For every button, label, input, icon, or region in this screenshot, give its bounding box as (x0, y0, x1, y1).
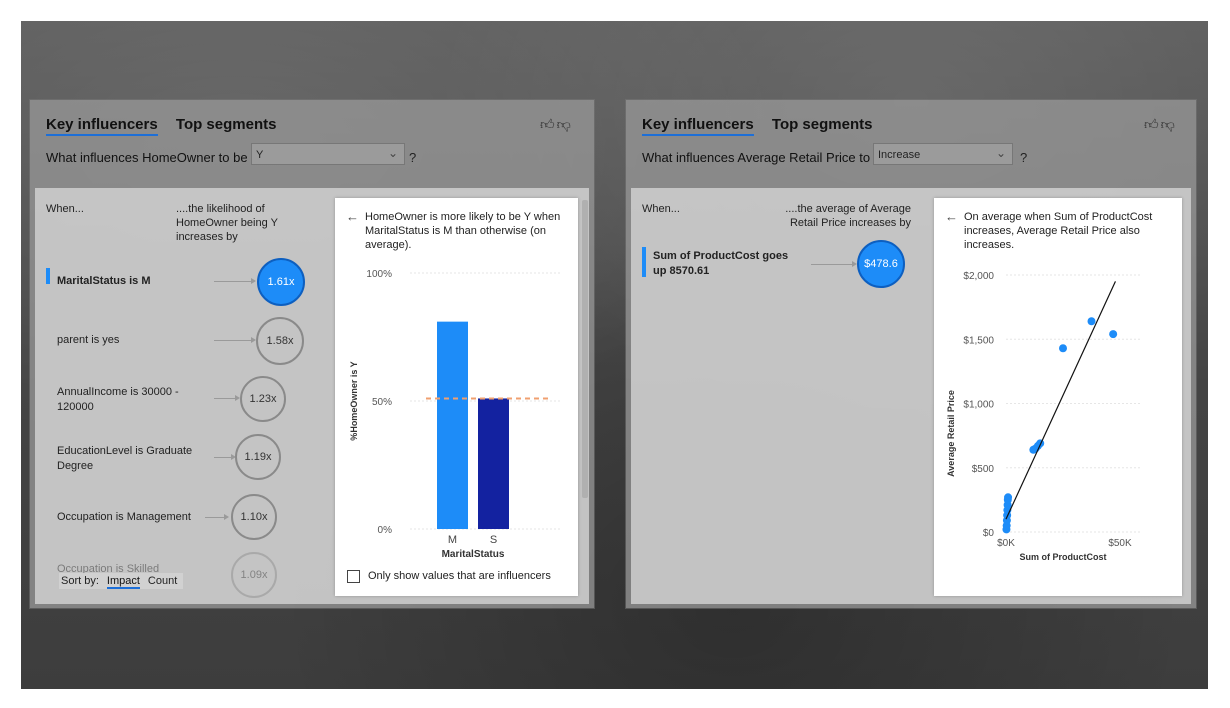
x-tick-label: M (448, 534, 457, 546)
connector-arrow (205, 514, 229, 520)
x-tick-label: $50K (1108, 538, 1132, 549)
connector-arrow (811, 261, 857, 267)
influencer-row-label[interactable]: EducationLevel is Graduate Degree (57, 444, 197, 474)
target-value-select[interactable]: Increase ⌄ (873, 143, 1013, 165)
scatter-point (1087, 317, 1096, 326)
tab-key-influencers[interactable]: Key influencers (46, 116, 158, 136)
x-axis-title: Sum of ProductCost (1020, 552, 1107, 562)
select-value: Y (256, 149, 264, 161)
y-tick-label: 100% (366, 269, 392, 280)
tab-top-segments[interactable]: Top segments (772, 116, 873, 134)
feedback-icons: 👍︎👎︎ (540, 116, 573, 133)
influence-bubble[interactable]: 1.61x (257, 258, 305, 306)
scatter-point (1059, 344, 1067, 353)
select-value: Increase (878, 149, 921, 161)
question-text: What influences Average Retail Price to (642, 150, 871, 165)
influence-bubble[interactable]: 1.09x (231, 552, 277, 598)
scatter-point (1004, 493, 1013, 502)
influencer-row-label[interactable]: parent is yes (57, 333, 207, 348)
bar-m (437, 321, 468, 529)
influencer-row-label[interactable]: MaritalStatus is M (57, 274, 207, 289)
target-value-select[interactable]: Y ⌄ (251, 143, 405, 165)
detail-card: ← HomeOwner is more likely to be Y when … (335, 198, 578, 596)
influencer-row-label[interactable]: Sum of ProductCost goes up 8570.61 (653, 249, 793, 279)
tab-key-influencers[interactable]: Key influencers (642, 116, 754, 136)
x-tick-label: $0K (997, 538, 1015, 549)
column-header-when: When... (642, 203, 680, 215)
y-tick-label: $1,000 (963, 400, 994, 411)
sort-impact-option[interactable]: Impact (106, 575, 140, 589)
scatter-point (1109, 330, 1118, 339)
thumbs-down-icon[interactable]: 👎︎ (557, 116, 573, 132)
help-icon[interactable]: ? (409, 150, 416, 165)
sort-by-control: Sort by: Impact Count (59, 573, 184, 589)
influencers-body: When... ....the average of Average Retai… (631, 188, 1191, 604)
y-tick-label: 50% (372, 397, 392, 408)
scrollbar[interactable] (582, 200, 588, 498)
connector-arrow (214, 395, 240, 401)
bar-chart: 0% 50% 100% M S MaritalStatus %HomeOwner is Y (349, 269, 560, 560)
help-icon[interactable]: ? (1020, 150, 1027, 165)
thumbs-up-icon[interactable]: 👍︎ (540, 116, 557, 132)
column-header-effect: ....the likelihood of HomeOwner being Y … (176, 203, 278, 243)
y-axis-title: %HomeOwner is Y (349, 361, 359, 440)
y-tick-label: $1,500 (963, 335, 994, 346)
chevron-down-icon: ⌄ (387, 146, 398, 160)
x-tick-label: S (490, 534, 497, 546)
bar-s (478, 398, 509, 529)
connector-arrow (214, 454, 236, 460)
influence-bubble[interactable]: $478.6 (857, 240, 905, 288)
checkbox-label: Only show values that are influencers (368, 570, 551, 582)
thumbs-up-icon[interactable]: 👍︎ (1144, 116, 1161, 132)
influencers-only-checkbox[interactable] (347, 570, 360, 583)
influencers-body: When... ....the likelihood of HomeOwner … (35, 188, 589, 604)
sort-count-option[interactable]: Count (148, 575, 177, 587)
column-header-when: When... (46, 203, 84, 215)
influence-bubble[interactable]: 1.23x (240, 376, 286, 422)
connector-arrow (214, 278, 256, 284)
trend-line (1005, 281, 1116, 520)
scatter-chart: $0 $500 $1,000 $1,500 $2,000 $0K $50KSum of Pr… (946, 271, 1140, 562)
selected-indicator (46, 268, 50, 284)
feedback-icons: 👍︎👎︎ (1144, 116, 1177, 133)
question-text: What influences HomeOwner to be (46, 150, 248, 165)
column-header-effect: ....the average of Average Retail Price … (785, 203, 911, 229)
influencer-row-label[interactable]: AnnualIncome is 30000 - 120000 (57, 385, 192, 415)
influence-bubble[interactable]: 1.19x (235, 434, 281, 480)
influencer-row-label[interactable]: Occupation is Management (57, 510, 217, 525)
y-tick-label: $500 (972, 464, 995, 475)
detail-card: ← On average when Sum of ProductCost inc… (934, 198, 1182, 596)
influence-bubble[interactable]: 1.58x (256, 317, 304, 365)
key-influencers-visual-homeowner: Key influencers Top segments 👍︎👎︎ What i… (30, 100, 594, 608)
selected-indicator (642, 247, 646, 277)
tab-top-segments[interactable]: Top segments (176, 116, 277, 134)
y-tick-label: 0% (378, 525, 393, 536)
y-tick-label: $0 (983, 528, 995, 539)
tab-bar: Key influencers Top segments (46, 116, 290, 136)
y-axis-title: Average Retail Price (946, 390, 956, 477)
y-tick-label: $2,000 (963, 271, 994, 282)
influence-bubble[interactable]: 1.10x (231, 494, 277, 540)
sort-by-label: Sort by: (61, 575, 99, 587)
connector-arrow (214, 337, 256, 343)
key-influencers-visual-retail-price: Key influencers Top segments 👍︎👎︎ What i… (626, 100, 1196, 608)
tab-bar: Key influencers Top segments (642, 116, 886, 136)
x-axis-title: MaritalStatus (442, 549, 505, 560)
thumbs-down-icon[interactable]: 👎︎ (1161, 116, 1177, 132)
chevron-down-icon: ⌄ (995, 146, 1006, 160)
